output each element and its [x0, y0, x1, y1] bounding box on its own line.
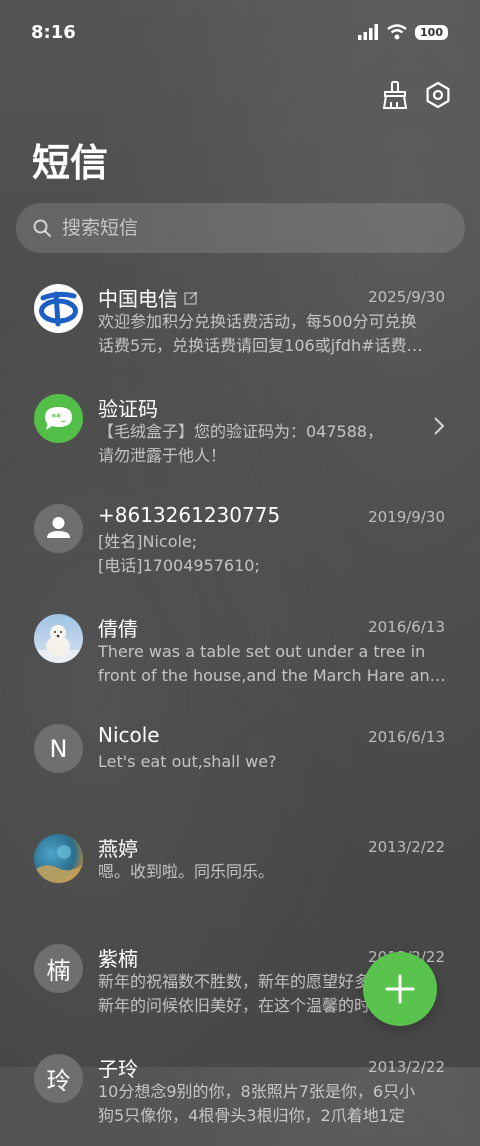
message-snippet: 嗯。收到啦。同乐同乐。 — [98, 860, 450, 884]
message-date: 2019/9/30 — [368, 508, 445, 526]
message-date: 2016/6/13 — [368, 728, 445, 746]
sender-name-text: 倩倩 — [98, 617, 138, 641]
avatar: 楠 — [34, 944, 83, 993]
snippet-line-2: 狗5只像你，4根骨头3根归你，2爪着地1定 — [98, 1106, 405, 1125]
sender-name-text: 燕婷 — [98, 837, 138, 861]
snippet-line-1: Let's eat out,shall we? — [98, 752, 277, 771]
message-date: 2013/2/22 — [368, 1058, 445, 1076]
wifi-icon — [387, 24, 407, 40]
page-title: 短信 — [32, 141, 109, 185]
china-telecom-logo-icon — [34, 284, 83, 333]
new-message-button[interactable] — [363, 952, 437, 1026]
settings-button[interactable] — [421, 78, 455, 112]
snippet-line-1: 10分想念9别的你，8张照片7张是你，6只小 — [98, 1082, 416, 1101]
message-date: 2025/9/30 — [368, 288, 445, 306]
message-snippet: 10分想念9别的你，8张照片7张是你，6只小 狗5只像你，4根骨头3根归你，2爪… — [98, 1080, 450, 1128]
message-snippet: Let's eat out,shall we? — [98, 750, 450, 774]
snippet-line-1: 嗯。收到啦。同乐同乐。 — [98, 862, 275, 881]
sender-name-text: Nicole — [98, 723, 160, 747]
message-date: 2016/6/13 — [368, 618, 445, 636]
sender-name: 燕婷 — [98, 833, 138, 862]
snippet-line-2: [电话]17004957610; — [98, 556, 260, 575]
sender-name: 子玲 — [98, 1053, 138, 1082]
plus-icon — [385, 974, 415, 1004]
message-snippet: [姓名]Nicole; [电话]17004957610; — [98, 530, 450, 578]
sender-name: Nicole — [98, 723, 160, 747]
sender-name-text: +8613261230775 — [98, 503, 281, 527]
sender-name-text: 验证码 — [98, 397, 158, 421]
sender-name-text: 紫楠 — [98, 947, 138, 971]
avatar: 玲 — [34, 1054, 83, 1103]
message-date: 2013/2/22 — [368, 838, 445, 856]
status-time: 8:16 — [31, 22, 76, 43]
conversation-row[interactable]: 倩倩 2016/6/13 There was a table set out u… — [0, 596, 480, 706]
signal-icon — [358, 24, 379, 40]
edit-icon — [184, 291, 198, 305]
snippet-line-1: [姓名]Nicole; — [98, 532, 198, 551]
snippet-line-2: 话费5元，兑换话费请回复106或jfdh#话费… — [98, 336, 423, 355]
brush-icon — [382, 81, 408, 109]
search-icon — [33, 219, 51, 237]
sender-name: 倩倩 — [98, 613, 138, 642]
message-snippet: 欢迎参加积分兑换话费活动，每500分可兑换 话费5元，兑换话费请回复106或jf… — [98, 310, 450, 358]
svg-text:**_: **_ — [52, 413, 66, 423]
sender-name-text: 子玲 — [98, 1057, 138, 1081]
person-icon — [34, 504, 83, 553]
conversation-row[interactable]: 燕婷 2013/2/22 嗯。收到啦。同乐同乐。 — [0, 816, 480, 926]
conversation-row[interactable]: 中国电信 2025/9/30 欢迎参加积分兑换话费活动，每500分可兑换 话费5… — [0, 266, 480, 376]
gear-icon — [426, 81, 450, 109]
sender-name: 验证码 — [98, 393, 158, 422]
sender-name: +8613261230775 — [98, 503, 280, 527]
conversation-row[interactable]: **_ 验证码 【毛绒盒子】您的验证码为：047588， 请勿泄露于他人！ — [0, 376, 480, 486]
search-input[interactable] — [60, 216, 424, 240]
sender-name-text: 中国电信 — [98, 287, 178, 311]
avatar: N — [34, 724, 83, 773]
snippet-line-2: 请勿泄露于他人！ — [98, 446, 227, 465]
snippet-line-2: front of the house,and the March Hare an… — [98, 666, 446, 685]
message-snippet: There was a table set out under a tree i… — [98, 640, 450, 688]
conversation-row[interactable]: N Nicole 2016/6/13 Let's eat out,shall w… — [0, 706, 480, 816]
message-snippet: 【毛绒盒子】您的验证码为：047588， 请勿泄露于他人！ — [98, 420, 450, 468]
snippet-line-1: 【毛绒盒子】您的验证码为：047588， — [98, 422, 384, 441]
snippet-line-1: There was a table set out under a tree i… — [98, 642, 426, 661]
verification-code-icon: **_ — [34, 394, 83, 443]
sender-name: 紫楠 — [98, 943, 138, 972]
polar-bear-avatar — [34, 614, 83, 663]
clean-brush-button[interactable] — [378, 78, 412, 112]
battery-indicator: 100 — [415, 24, 448, 40]
sender-name: 中国电信 — [98, 283, 198, 312]
status-bar: 8:16 100 — [0, 0, 480, 66]
conversation-row[interactable]: +8613261230775 2019/9/30 [姓名]Nicole; [电话… — [0, 486, 480, 596]
photo-avatar — [34, 834, 83, 883]
conversation-row[interactable]: 玲 子玲 2013/2/22 10分想念9别的你，8张照片7张是你，6只小 狗5… — [0, 1036, 480, 1146]
search-bar[interactable] — [16, 203, 465, 253]
status-icons: 100 — [357, 24, 448, 40]
snippet-line-1: 欢迎参加积分兑换话费活动，每500分可兑换 — [98, 312, 417, 331]
